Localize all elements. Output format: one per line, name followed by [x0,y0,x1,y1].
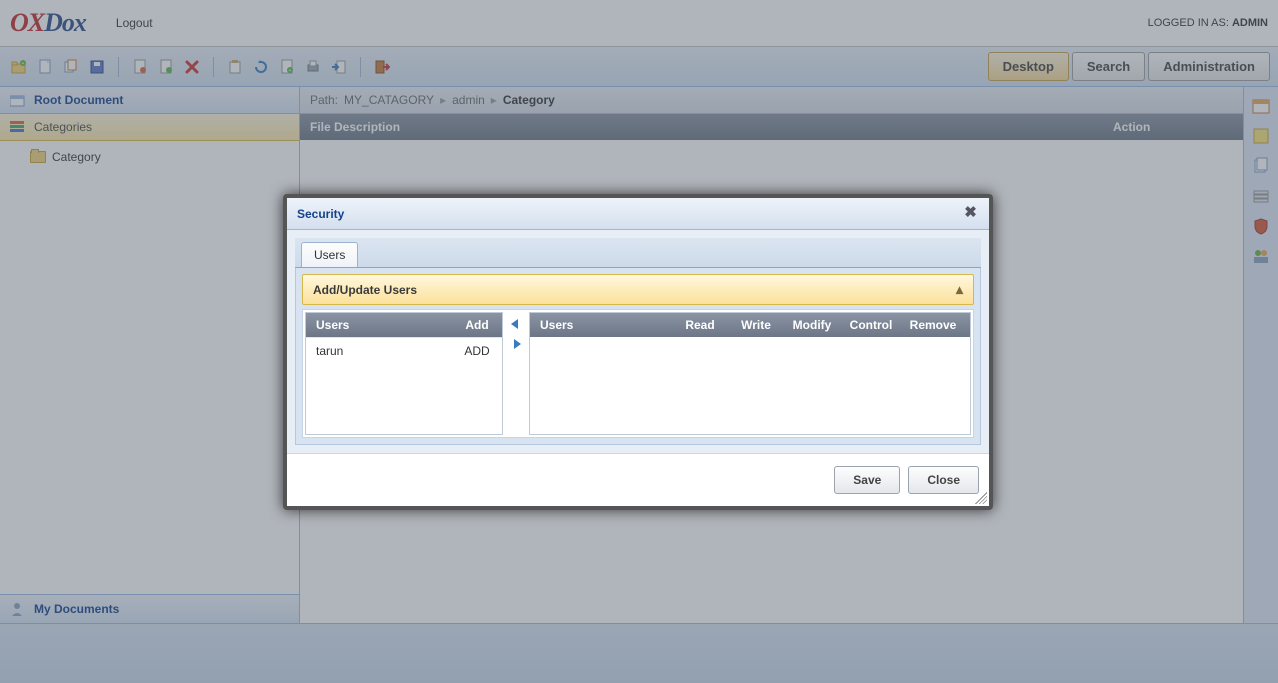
assigned-users-table: Users Read Write Modify Control Remove [529,312,971,435]
collapse-icon[interactable]: ▴ [956,281,963,298]
cell-add-link[interactable]: ADD [458,344,496,358]
col-write: Write [728,318,784,332]
tab-strip: Users [295,238,981,268]
close-icon[interactable]: ✖ [962,205,979,222]
security-modal: Security ✖ Users Add/Update Users ▴ User… [283,194,993,510]
transfer-arrows [503,312,529,435]
modal-title-bar: Security ✖ [287,198,989,230]
available-users-table: Users Add tarun ADD [305,312,503,435]
cell-user: tarun [312,344,458,358]
table-row[interactable]: tarun ADD [306,337,502,364]
table-empty-space [306,364,502,434]
col-control: Control [840,318,902,332]
arrow-right-icon[interactable] [508,338,524,352]
col-remove: Remove [902,318,964,332]
modal-body: Users Add/Update Users ▴ Users Add tarun… [287,230,989,453]
section-title: Add/Update Users [313,283,417,297]
section-header[interactable]: Add/Update Users ▴ [302,274,974,305]
col-read: Read [672,318,728,332]
modal-buttons: Save Close [287,453,989,506]
col-modify: Modify [784,318,840,332]
col-users: Users [536,318,672,332]
two-tables: Users Add tarun ADD Users R [302,309,974,438]
right-table-header: Users Read Write Modify Control Remove [530,313,970,337]
close-button[interactable]: Close [908,466,979,494]
table-empty-space [530,337,970,433]
inner-panel: Add/Update Users ▴ Users Add tarun ADD [295,268,981,445]
save-button[interactable]: Save [834,466,900,494]
col-add: Add [458,318,496,332]
resize-grip-icon[interactable] [975,492,987,504]
left-table-header: Users Add [306,313,502,337]
modal-title: Security [297,207,344,221]
col-users: Users [312,318,458,332]
tab-users[interactable]: Users [301,242,358,267]
arrow-left-icon[interactable] [508,318,524,332]
